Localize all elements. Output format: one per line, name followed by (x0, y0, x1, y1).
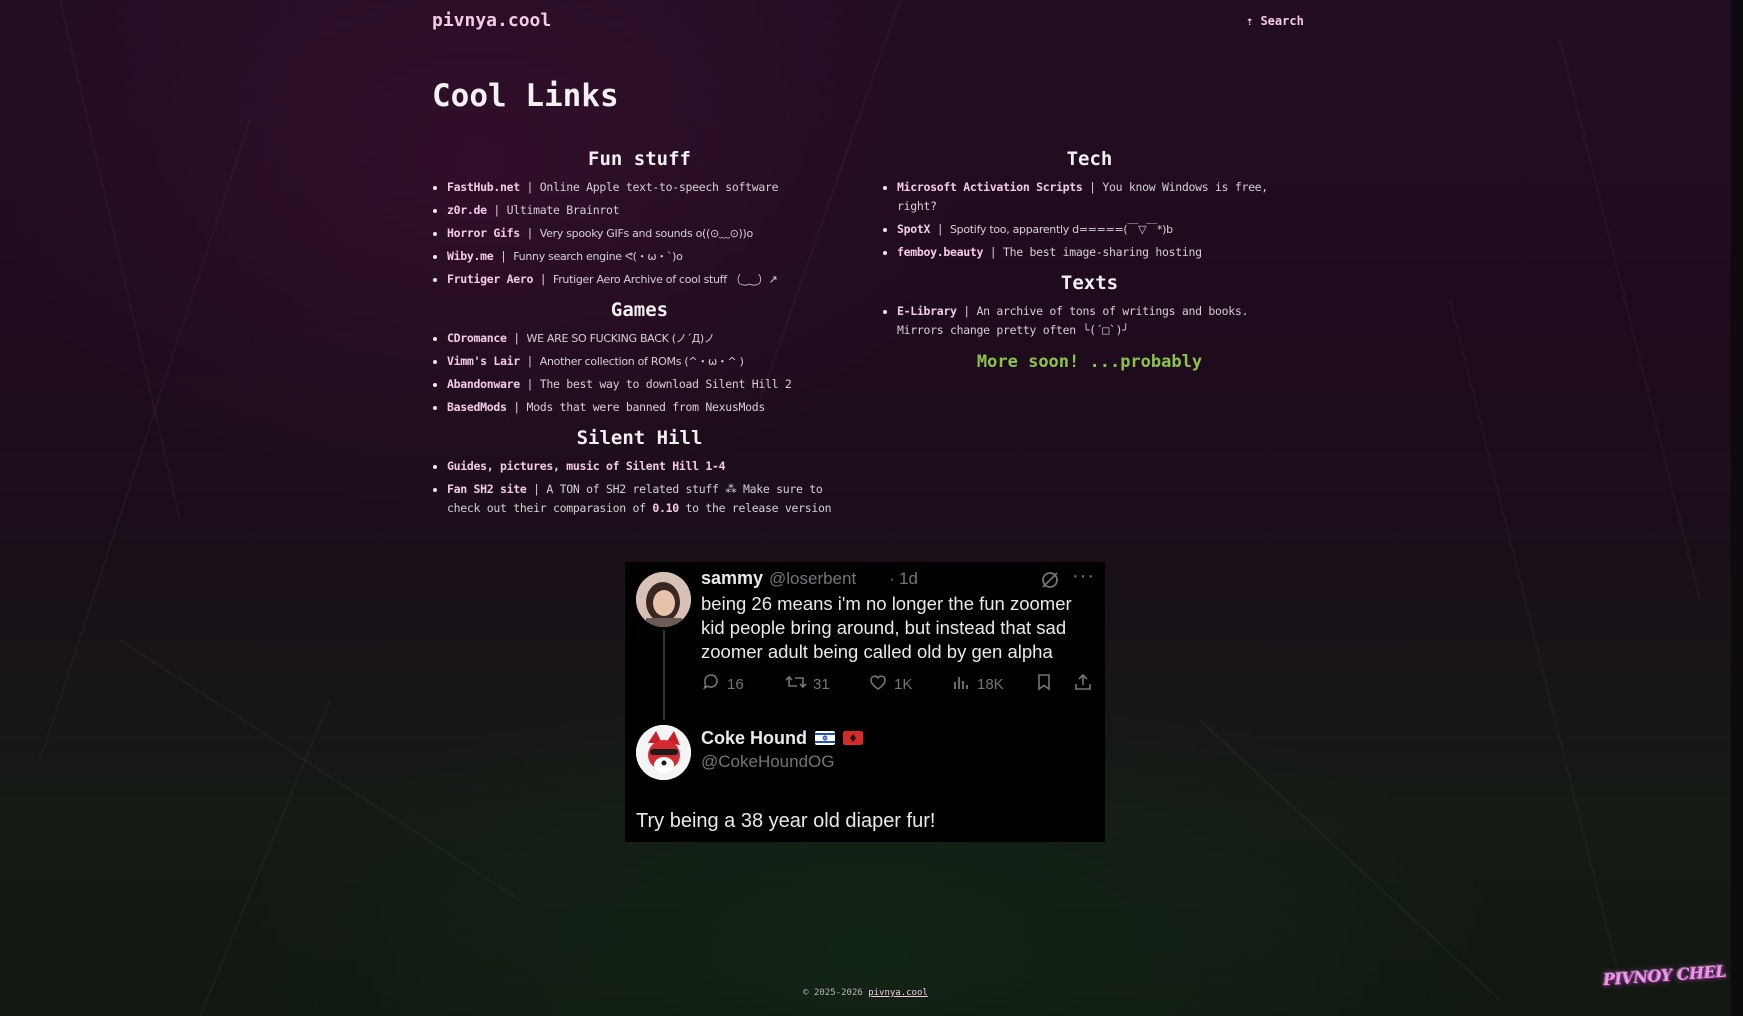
link-description: Online Apple text-to-speech software (539, 180, 779, 194)
link-description: Very spooky GIFs and sounds o((⊙﹏⊙))o (539, 227, 754, 240)
section-heading-silent-hill: Silent Hill (576, 427, 703, 449)
tweet-screenshot: sammy @loserbent · 1d ··· being 26 means… (625, 562, 1105, 842)
reply-count: 16 (727, 675, 744, 693)
texts-links-list: E-Library | An archive of tons of writin… (882, 302, 1297, 340)
like-count: 1K (894, 675, 913, 693)
list-item: femboy.beauty | The best image-sharing h… (897, 243, 1297, 262)
right-column: Tech Microsoft Activation Scripts | You … (882, 146, 1297, 372)
views-action: 18K (951, 672, 1004, 696)
albania-flag-icon (843, 731, 864, 745)
list-item: Horror Gifs | Very spooky GIFs and sound… (447, 224, 847, 243)
reply-icon (701, 672, 721, 696)
list-item: Guides, pictures, music of Silent Hill 1… (447, 457, 847, 476)
link-z0r[interactable]: z0r.de (447, 203, 487, 217)
site-name-link[interactable]: pivnya.cool (432, 10, 551, 31)
silent-hill-links-list: Guides, pictures, music of Silent Hill 1… (432, 457, 847, 518)
tweet-author-handle: @loserbent (769, 569, 857, 588)
list-item: Microsoft Activation Scripts | You know … (897, 178, 1297, 216)
link-spotx[interactable]: SpotX (897, 222, 930, 236)
reply-author-handle: @CokeHoundOG (701, 752, 835, 771)
like-icon (868, 672, 888, 696)
scrollbar[interactable] (1731, 0, 1743, 1016)
link-abandonware[interactable]: Abandonware (447, 377, 520, 391)
tech-links-list: Microsoft Activation Scripts | You know … (882, 178, 1297, 262)
list-item: z0r.de | Ultimate Brainrot (447, 201, 847, 220)
fun-links-list: FastHub.net | Online Apple text-to-speec… (432, 178, 847, 289)
link-fan-sh2-site[interactable]: Fan SH2 site (447, 482, 527, 496)
list-item: FastHub.net | Online Apple text-to-speec… (447, 178, 847, 197)
avatar (636, 725, 691, 780)
link-description: WE ARE SO FUCKING BACK (ノ´Д)ノ (526, 332, 715, 345)
footer: © 2025-2026 pivnya.cool (0, 988, 1731, 998)
list-item: Fan SH2 site | A TON of SH2 related stuf… (447, 480, 847, 518)
link-wiby[interactable]: Wiby.me (447, 249, 494, 263)
list-item: SpotX | Spotify too, apparently d=====(￣… (897, 220, 1297, 239)
link-description: to the release version (685, 501, 832, 515)
israel-flag-icon (815, 731, 836, 745)
section-heading-texts: Texts (1060, 272, 1119, 294)
link-silent-hill-guides[interactable]: Guides, pictures, music of Silent Hill 1… (447, 459, 726, 473)
reply-text: Try being a 38 year old diaper fur! (636, 810, 936, 832)
share-icon (1073, 672, 1093, 692)
section-heading-games: Games (610, 299, 669, 321)
list-item: E-Library | An archive of tons of writin… (897, 302, 1297, 340)
footer-site-link[interactable]: pivnya.cool (868, 988, 928, 998)
retweet-icon (785, 672, 807, 696)
search-link[interactable]: ⇡ Search (1246, 14, 1304, 28)
link-e-library[interactable]: E-Library (897, 304, 957, 318)
bookmark-icon (1034, 672, 1054, 692)
footer-copyright: © 2025-2026 (803, 988, 863, 998)
link-description: Frutiger Aero Archive of cool stuff （‿‿）… (552, 273, 778, 286)
link-description: Spotify too, apparently d=====(￣▽￣*)b (950, 223, 1173, 236)
retweet-action: 31 (785, 672, 830, 696)
reply-author-name-text: Coke Hound (701, 728, 807, 748)
link-horror-gifs[interactable]: Horror Gifs (447, 226, 520, 240)
list-item: CDromance | WE ARE SO FUCKING BACK (ノ´Д)… (447, 329, 847, 348)
link-microsoft-activation-scripts[interactable]: Microsoft Activation Scripts (897, 180, 1083, 194)
link-description: Mods that were banned from NexusMods (526, 400, 766, 414)
tweet-text: being 26 means i'm no longer the fun zoo… (701, 593, 1072, 662)
list-item: BasedMods | Mods that were banned from N… (447, 398, 847, 417)
link-description: The best way to download Silent Hill 2 (539, 377, 792, 391)
tweet-author-name: sammy (701, 568, 764, 588)
link-basedmods[interactable]: BasedMods (447, 400, 507, 414)
left-column: Fun stuff FastHub.net | Online Apple tex… (432, 146, 847, 526)
link-vimms-lair[interactable]: Vimm's Lair (447, 354, 520, 368)
list-item: Wiby.me | Funny search engine ᕙ(・ω・`)o (447, 247, 847, 266)
link-femboy-beauty[interactable]: femboy.beauty (897, 245, 983, 259)
games-links-list: CDromance | WE ARE SO FUCKING BACK (ノ´Д)… (432, 329, 847, 417)
section-heading-tech: Tech (1066, 148, 1113, 170)
like-action: 1K (868, 672, 912, 696)
link-fasthub[interactable]: FastHub.net (447, 180, 520, 194)
tweet-time: 1d (899, 569, 918, 588)
reply-action: 16 (701, 672, 744, 696)
link-cdromance[interactable]: CDromance (447, 331, 507, 345)
link-description: Ultimate Brainrot (506, 203, 620, 217)
link-description: Funny search engine ᕙ(・ω・`)o (513, 250, 683, 263)
corner-logo: PIVNOY CHEL (1602, 961, 1727, 990)
views-icon (951, 672, 971, 696)
more-soon-note: More soon! ...probably (976, 352, 1203, 372)
retweet-count: 31 (813, 675, 830, 693)
section-heading-fun: Fun stuff (588, 148, 691, 170)
background-scratches (0, 0, 1743, 1016)
list-item: Abandonware | The best way to download S… (447, 375, 847, 394)
page-title: Cool Links (432, 78, 619, 114)
link-description: Another collection of ROMs (^・ω・^ ) (539, 355, 744, 368)
reply-author-name: Coke Hound (701, 728, 864, 749)
views-count: 18K (977, 675, 1004, 693)
tweet-actions: 16 31 1K 18K (701, 672, 1096, 694)
thread-line (663, 630, 665, 720)
link-frutiger-aero[interactable]: Frutiger Aero (447, 272, 533, 286)
list-item: Frutiger Aero | Frutiger Aero Archive of… (447, 270, 847, 289)
more-icon: ··· (1072, 565, 1095, 587)
link-description: The best image-sharing hosting (1002, 245, 1202, 259)
tweet-separator-dot: · (889, 569, 895, 588)
version-label: 0.10 (652, 501, 679, 515)
avatar (636, 572, 691, 627)
list-item: Vimm's Lair | Another collection of ROMs… (447, 352, 847, 371)
